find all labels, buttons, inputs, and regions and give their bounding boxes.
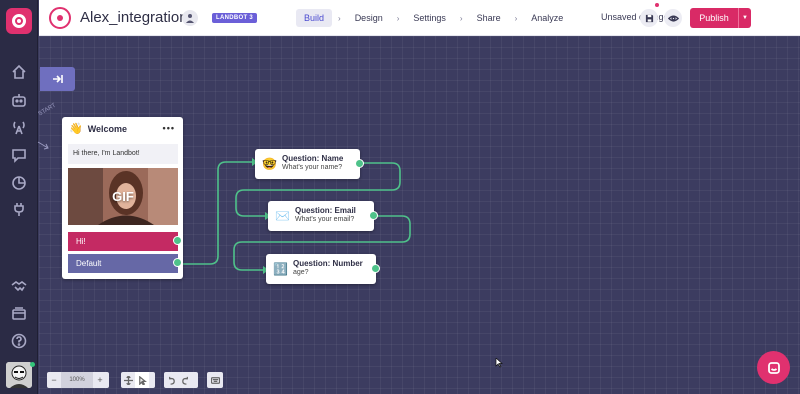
output-port[interactable]	[369, 211, 378, 220]
user-icon	[186, 14, 194, 23]
question-email-node[interactable]: ✉️ Question: Email What's your email?	[268, 201, 378, 231]
welcome-node[interactable]: 👋 Welcome ••• Hi there, I'm Landbot! GIF…	[62, 117, 183, 279]
arrow-right-bar-icon	[52, 75, 63, 83]
redo-button[interactable]	[178, 372, 192, 388]
nav-separator: ›	[459, 13, 463, 23]
billing-icon[interactable]	[9, 304, 29, 324]
avatar[interactable]	[6, 362, 32, 388]
floppy-icon	[645, 14, 653, 22]
node-subtitle: What's your email?	[295, 216, 355, 223]
move-tool-button[interactable]	[121, 372, 135, 388]
handshake-icon[interactable]	[9, 276, 29, 296]
home-icon[interactable]	[9, 62, 29, 82]
welcome-node-header: 👋 Welcome	[69, 122, 127, 135]
publish-button[interactable]: Publish	[690, 8, 738, 28]
button-option-hi[interactable]: Hi!	[68, 232, 178, 251]
node-title: Question: Number	[293, 259, 363, 268]
bot-title[interactable]: Alex_integration	[80, 9, 188, 26]
redo-icon	[181, 376, 188, 385]
help-circle-icon[interactable]	[9, 331, 29, 351]
online-status-dot	[30, 362, 35, 367]
gif-label: GIF	[112, 189, 134, 204]
preview-button[interactable]	[664, 9, 682, 27]
output-port[interactable]	[371, 264, 380, 273]
zoom-out-button[interactable]: −	[47, 372, 61, 388]
chat-bubble-icon	[767, 361, 780, 374]
welcome-message: Hi there, I'm Landbot!	[68, 144, 178, 164]
select-tool-button[interactable]	[135, 372, 149, 388]
left-sidebar	[0, 0, 38, 394]
gif-preview: GIF	[68, 168, 178, 225]
nerd-face-icon: 🤓	[262, 157, 277, 171]
keyboard-shortcuts-button[interactable]	[207, 372, 223, 388]
wave-icon: 👋	[69, 123, 83, 135]
keyboard-icon	[210, 376, 220, 384]
plan-badge: LANDBOT 3	[212, 13, 258, 23]
node-title: Question: Name	[282, 154, 344, 163]
zoom-controls: − 100% +	[47, 372, 109, 388]
analytics-icon[interactable]	[9, 173, 29, 193]
mouse-cursor-icon	[495, 358, 503, 368]
eye-icon	[667, 14, 679, 22]
question-number-node[interactable]: 🔢 Question: Number age?	[266, 254, 380, 284]
undo-icon	[168, 376, 175, 385]
nav-separator: ›	[338, 13, 341, 23]
output-port-hi[interactable]	[173, 236, 182, 245]
envelope-icon: ✉️	[275, 209, 290, 223]
bot-icon[interactable]	[9, 90, 29, 110]
nav-analyze[interactable]: Analyze	[523, 9, 571, 27]
zoom-in-button[interactable]: +	[93, 372, 107, 388]
undo-button[interactable]	[164, 372, 178, 388]
integrations-icon[interactable]	[9, 199, 29, 219]
move-icon	[123, 375, 133, 385]
unsaved-indicator-dot	[655, 3, 659, 7]
save-button[interactable]	[640, 9, 658, 27]
output-port[interactable]	[355, 159, 364, 168]
publish-dropdown-chevron-icon[interactable]: ▼	[738, 8, 751, 28]
history-controls	[164, 372, 198, 388]
main-nav: Build › Design › Settings › Share › Anal…	[296, 8, 571, 28]
numbers-icon: 🔢	[273, 262, 288, 276]
canvas-tools	[121, 372, 155, 388]
landbot-logo[interactable]	[6, 8, 32, 34]
add-user-button[interactable]	[182, 10, 198, 26]
node-subtitle: What's your name?	[282, 164, 343, 171]
broadcast-icon[interactable]	[9, 117, 29, 137]
nav-design[interactable]: Design	[347, 9, 391, 27]
nav-separator: ›	[514, 13, 518, 23]
output-port-default[interactable]	[173, 258, 182, 267]
top-bar: Alex_integration LANDBOT 3 Build › Desig…	[39, 0, 800, 36]
nav-separator: ›	[396, 13, 400, 23]
welcome-node-title: Welcome	[87, 123, 128, 134]
question-name-node[interactable]: 🤓 Question: Name What's your name?	[255, 149, 364, 179]
node-menu-button[interactable]: •••	[163, 123, 175, 133]
node-subtitle: age?	[293, 269, 309, 276]
chat-icon[interactable]	[9, 145, 29, 165]
pointer-icon	[138, 375, 147, 385]
chat-support-button[interactable]	[757, 351, 790, 384]
collapse-panel-button[interactable]	[40, 67, 75, 91]
nav-build[interactable]: Build	[296, 9, 333, 27]
bot-avatar-icon	[49, 7, 71, 29]
save-status: Unsaved changes	[601, 12, 674, 22]
zoom-level: 100%	[61, 372, 93, 388]
node-title: Question: Email	[295, 206, 356, 215]
nav-share[interactable]: Share	[469, 9, 509, 27]
nav-settings[interactable]: Settings	[405, 9, 454, 27]
button-option-default[interactable]: Default	[68, 254, 178, 273]
